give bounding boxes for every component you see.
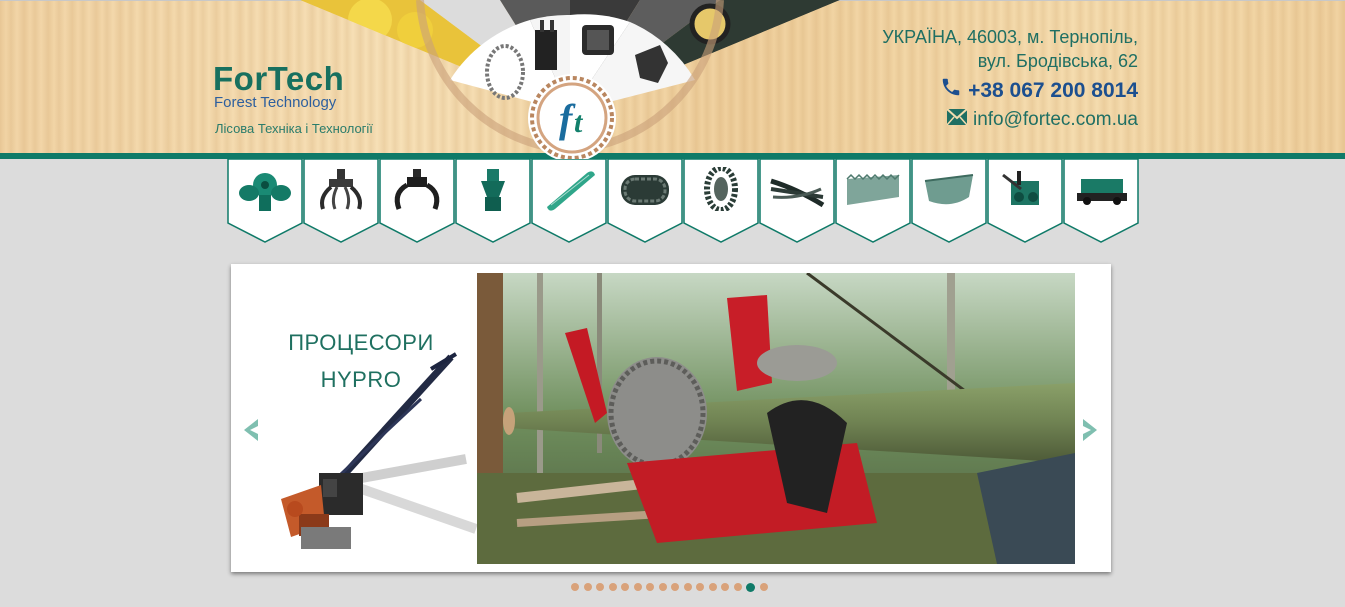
nav-item-tire-chain[interactable] [683, 159, 759, 243]
email-address: info@fortec.com.ua [972, 109, 1138, 131]
track-icon [621, 175, 669, 205]
crane-processor-image [281, 352, 478, 549]
slider-dot[interactable] [733, 583, 742, 591]
nav-item-processor[interactable] [987, 159, 1063, 243]
phone-link[interactable]: +38 067 200 8014 [882, 76, 1138, 107]
slider-dot[interactable] [571, 583, 579, 591]
envelope-icon [946, 107, 968, 133]
contact-block: УКРАЇНА, 46003, м. Тернопіль, вул. Броді… [882, 25, 1138, 133]
rotator-link-icon [481, 169, 505, 211]
nav-item-log-grapple[interactable] [379, 159, 455, 243]
product-fan-banner: f t [300, 0, 840, 160]
email-link[interactable]: info@fortec.com.ua [882, 107, 1138, 133]
bucket-icon [924, 174, 974, 205]
nav-item-rotator-link[interactable] [455, 159, 531, 243]
slider-dot[interactable] [708, 583, 717, 591]
slider-next-arrow[interactable] [1077, 417, 1103, 443]
slider-dot[interactable] [721, 583, 729, 591]
slider-pagination [571, 582, 768, 593]
slider-dot[interactable] [658, 583, 667, 591]
nav-item-rotator[interactable] [227, 159, 303, 243]
slider-dot[interactable] [759, 583, 768, 591]
nav-item-saw-bar[interactable] [531, 159, 607, 243]
address-line-2: вул. Бродівська, 62 [977, 51, 1138, 71]
phone-number: +38 067 200 8014 [968, 79, 1138, 103]
phone-icon [940, 76, 962, 107]
slider-dot[interactable] [646, 583, 654, 591]
grapple-icon [320, 169, 362, 210]
slider-dot[interactable] [671, 583, 679, 591]
slider-prev-arrow[interactable] [238, 417, 264, 443]
trailer-icon [1077, 179, 1127, 205]
slider-dot[interactable] [608, 583, 617, 591]
processor-icon [1002, 171, 1039, 205]
slider-dot[interactable] [696, 583, 704, 591]
hose-icon [770, 178, 825, 208]
hero-slider: ПРОЦЕСОРИ HYPRO [231, 264, 1111, 572]
nav-item-saw-chain[interactable] [835, 159, 911, 243]
nav-item-grapple[interactable] [303, 159, 379, 243]
slide-photo[interactable] [477, 273, 1075, 564]
nav-item-track[interactable] [607, 159, 683, 243]
saw-bar-icon [547, 171, 595, 211]
category-nav [227, 159, 1139, 243]
slider-dot-active[interactable] [746, 582, 755, 592]
slider-dot[interactable] [596, 583, 604, 591]
address-line-1: УКРАЇНА, 46003, м. Тернопіль, [882, 27, 1138, 47]
slider-dot[interactable] [621, 583, 629, 591]
saw-chain-icon [846, 173, 900, 205]
nav-item-bucket[interactable] [911, 159, 987, 243]
slider-dot[interactable] [683, 583, 692, 591]
slider-dot[interactable] [633, 583, 642, 591]
slider-dot[interactable] [583, 583, 592, 591]
nav-item-hose[interactable] [759, 159, 835, 243]
nav-item-trailer[interactable] [1063, 159, 1139, 243]
tire-chain-icon [704, 167, 738, 211]
rotator-icon [239, 173, 291, 211]
log-grapple-icon [394, 169, 440, 210]
